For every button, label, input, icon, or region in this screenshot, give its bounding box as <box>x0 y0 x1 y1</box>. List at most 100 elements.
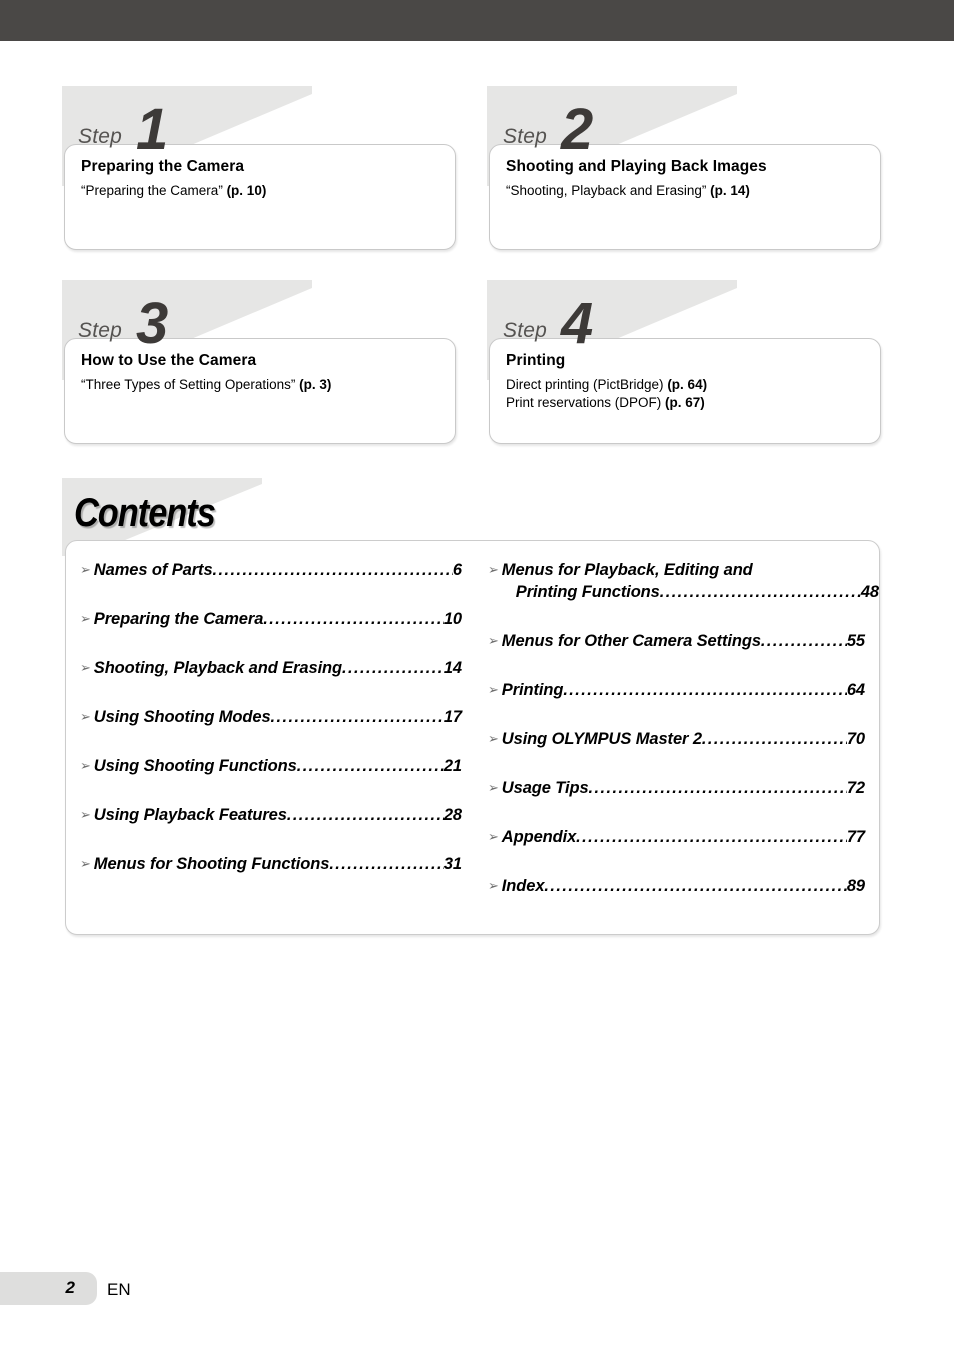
toc-entry-body: Printing ...............................… <box>502 679 865 701</box>
toc-entry[interactable]: ➢ Printing .............................… <box>488 679 865 701</box>
chevron-right-icon: ➢ <box>488 562 499 577</box>
step-card-4: Printing Direct printing (PictBridge) (p… <box>489 338 881 444</box>
toc-entry-line: Shooting, Playback and Erasing .........… <box>94 657 462 679</box>
toc-dot-leader: ........................................… <box>212 561 453 579</box>
step-block-4: Step 4 Printing Direct printing (PictBri… <box>487 280 883 450</box>
toc-entry-title: Shooting, Playback and Erasing <box>93 659 343 677</box>
toc-entry-page: 14 <box>443 659 462 677</box>
toc-entry[interactable]: ➢ Using OLYMPUS Master 2 ...............… <box>488 728 865 750</box>
toc-entry-title: Using OLYMPUS Master 2 <box>501 730 702 748</box>
page-footer: 2 EN <box>0 1272 954 1316</box>
toc-dot-leader: ........................................… <box>701 730 847 748</box>
step-card-title: Preparing the Camera <box>81 158 245 175</box>
toc-entry-title: Usage Tips <box>501 779 589 797</box>
toc-entry-body: Using Playback Features ................… <box>94 804 462 826</box>
toc-entry[interactable]: ➢ Using Shooting Modes .................… <box>80 706 462 728</box>
toc-entry-body: Menus for Playback, Editing and Printing… <box>502 559 879 603</box>
toc-entry[interactable]: ➢ Names of Parts .......................… <box>80 559 462 581</box>
toc-entry-body: Names of Parts .........................… <box>94 559 462 581</box>
toc-entry[interactable]: ➢ Menus for Playback, Editing and Printi… <box>488 559 879 603</box>
toc-dot-leader: ........................................… <box>270 708 444 726</box>
toc-entry-title: Printing <box>501 681 564 699</box>
step-number-label: 1 <box>136 97 168 162</box>
toc-entry-line: Index ..................................… <box>502 875 865 897</box>
toc-entry-body: Menus for Other Camera Settings ........… <box>502 630 865 652</box>
step-word-label: Step <box>503 125 547 148</box>
contents-section: Contents ➢ Names of Parts ..............… <box>62 478 880 938</box>
contents-column-right: ➢ Menus for Playback, Editing and Printi… <box>476 555 881 934</box>
toc-entry[interactable]: ➢ Index ................................… <box>488 875 865 897</box>
step-label-1: Step 1 <box>78 100 168 159</box>
toc-entry-title: Using Shooting Modes <box>93 708 271 726</box>
toc-dot-leader: ........................................… <box>329 855 444 873</box>
toc-entry[interactable]: ➢ Appendix .............................… <box>488 826 865 848</box>
step-card-subline-page: (p. 3) <box>299 377 332 392</box>
chevron-right-icon: ➢ <box>488 682 499 697</box>
toc-entry-page: 48 <box>860 583 879 601</box>
chevron-right-icon: ➢ <box>488 731 499 746</box>
toc-entry-page: 64 <box>846 681 865 699</box>
step-word-label: Step <box>503 319 547 342</box>
toc-entry-line: Names of Parts .........................… <box>94 559 462 581</box>
step-number-label: 3 <box>136 291 168 356</box>
toc-entry-line: Preparing the Camera ...................… <box>94 608 462 630</box>
step-card-subline-text: “Preparing the Camera” <box>81 183 227 198</box>
step-card-subline-text: “Shooting, Playback and Erasing” <box>506 183 711 198</box>
toc-dot-leader: ........................................… <box>342 659 444 677</box>
toc-entry[interactable]: ➢ Using Shooting Functions .............… <box>80 755 462 777</box>
toc-entry-body: Using Shooting Modes ...................… <box>94 706 462 728</box>
toc-entry-page: 89 <box>846 877 865 895</box>
toc-entry-body: Appendix ...............................… <box>502 826 865 848</box>
toc-dot-leader: ........................................… <box>544 877 846 895</box>
toc-entry-line: Using Shooting Modes ...................… <box>94 706 462 728</box>
step-card-subline: Direct printing (PictBridge) (p. 64) <box>506 376 864 394</box>
toc-entry-line: Using OLYMPUS Master 2 .................… <box>502 728 865 750</box>
step-word-label: Step <box>78 319 122 342</box>
step-card-2: Shooting and Playing Back Images “Shooti… <box>489 144 881 250</box>
toc-entry-line-continued: Printing Functions .....................… <box>502 581 879 603</box>
step-card-subline: Print reservations (DPOF) (p. 67) <box>506 394 864 412</box>
step-number-label: 4 <box>561 291 593 356</box>
step-word-label: Step <box>78 125 122 148</box>
toc-entry-title: Menus for Shooting Functions <box>93 855 330 873</box>
chevron-right-icon: ➢ <box>488 780 499 795</box>
toc-entry-page: 17 <box>443 708 462 726</box>
toc-entry-line: Printing ...............................… <box>502 679 865 701</box>
toc-dot-leader: ........................................… <box>588 779 847 797</box>
chevron-right-icon: ➢ <box>80 611 91 626</box>
step-card-subline: “Three Types of Setting Operations” (p. … <box>81 376 439 394</box>
chevron-right-icon: ➢ <box>80 660 91 675</box>
chevron-right-icon: ➢ <box>488 829 499 844</box>
step-block-2: Step 2 Shooting and Playing Back Images … <box>487 86 883 256</box>
toc-entry-body: Preparing the Camera ...................… <box>94 608 462 630</box>
toc-entry-title-continued: Printing Functions <box>515 583 660 601</box>
toc-entry[interactable]: ➢ Preparing the Camera .................… <box>80 608 462 630</box>
chevron-right-icon: ➢ <box>80 709 91 724</box>
toc-entry-title: Index <box>501 877 545 895</box>
toc-entry-body: Using Shooting Functions ...............… <box>94 755 462 777</box>
step-label-2: Step 2 <box>503 100 593 159</box>
toc-entry-body: Shooting, Playback and Erasing .........… <box>94 657 462 679</box>
toc-entry-line: Menus for Playback, Editing and <box>502 559 865 581</box>
toc-entry-page: 10 <box>443 610 462 628</box>
toc-entry[interactable]: ➢ Menus for Other Camera Settings ......… <box>488 630 865 652</box>
toc-entry-body: Menus for Shooting Functions ...........… <box>94 853 462 875</box>
toc-entry-title: Appendix <box>501 828 577 846</box>
toc-entry[interactable]: ➢ Usage Tips ...........................… <box>488 777 865 799</box>
toc-dot-leader: ........................................… <box>576 828 847 846</box>
toc-entry-title: Using Shooting Functions <box>93 757 297 775</box>
step-card-subline-page: (p. 64) <box>667 377 708 392</box>
toc-entry-page: 6 <box>452 561 462 579</box>
toc-entry-page: 72 <box>846 779 865 797</box>
toc-entry-title: Names of Parts <box>93 561 213 579</box>
contents-card: ➢ Names of Parts .......................… <box>65 540 880 935</box>
toc-entry-body: Index ..................................… <box>502 875 865 897</box>
page-number: 2 <box>65 1278 75 1297</box>
toc-entry-title: Menus for Other Camera Settings <box>501 632 761 650</box>
toc-entry[interactable]: ➢ Menus for Shooting Functions .........… <box>80 853 462 875</box>
step-card-subline-text: “Three Types of Setting Operations” <box>81 377 300 392</box>
contents-column-left: ➢ Names of Parts .......................… <box>66 555 476 934</box>
toc-entry-line: Menus for Shooting Functions ...........… <box>94 853 462 875</box>
toc-entry[interactable]: ➢ Shooting, Playback and Erasing .......… <box>80 657 462 679</box>
toc-entry[interactable]: ➢ Using Playback Features ..............… <box>80 804 462 826</box>
